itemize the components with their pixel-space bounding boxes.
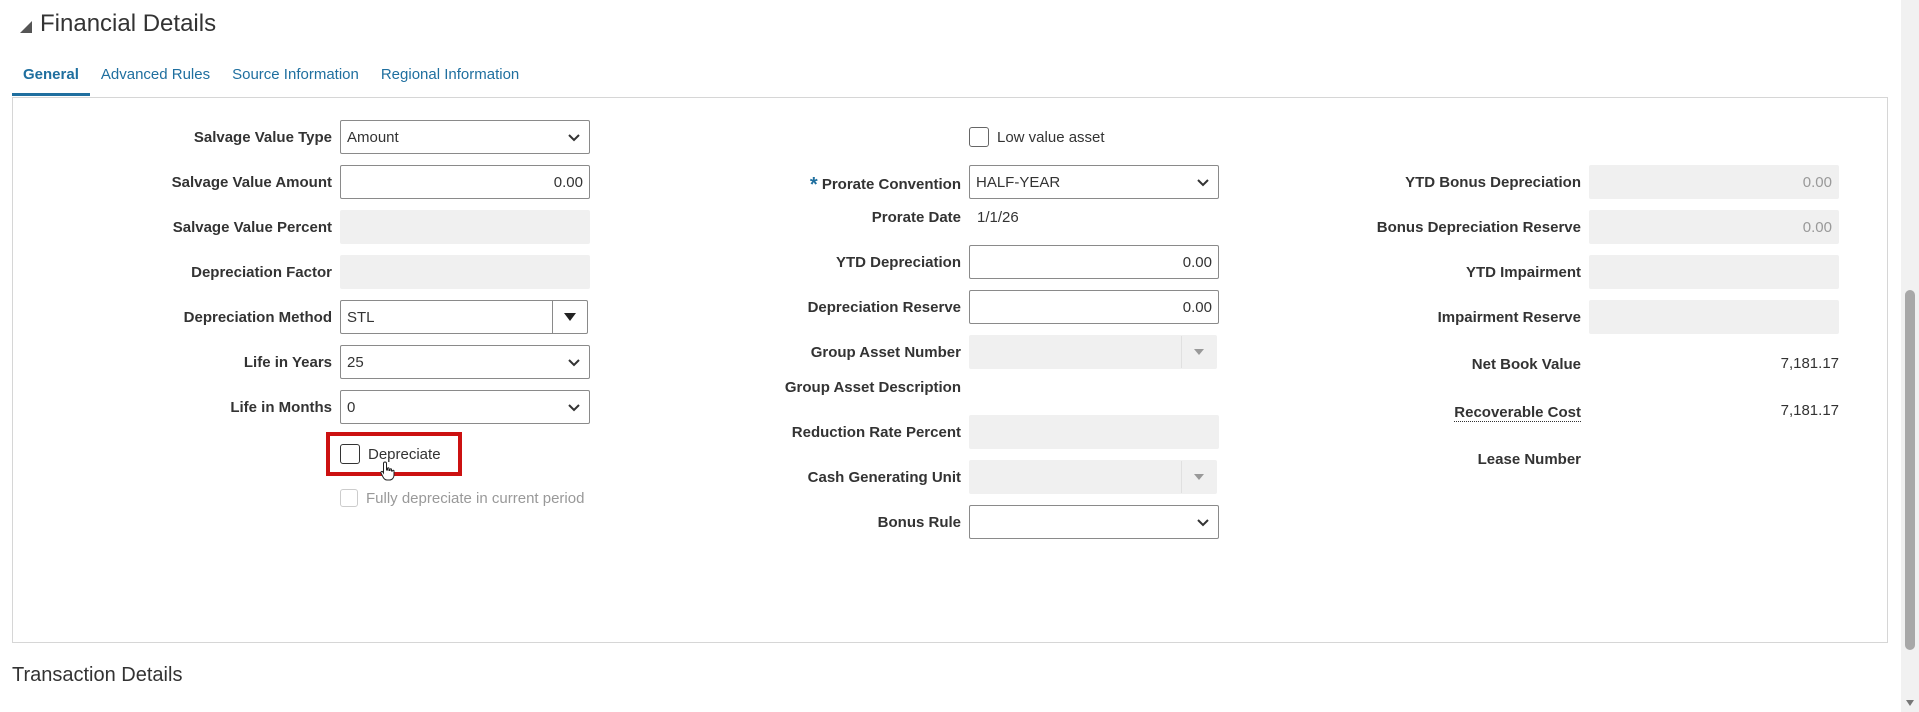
life-in-months-value: 0 [347,398,356,416]
ytd-depreciation-input[interactable]: 0.00 [969,245,1219,279]
low-value-asset-label[interactable]: Low value asset [997,129,1105,146]
required-marker: * [809,174,818,196]
ytd-impairment-input [1589,255,1839,289]
chevron-down-icon [1196,175,1210,189]
ytd-bonus-depreciation-input: 0.00 [1589,165,1839,199]
tab-source-information[interactable]: Source Information [221,62,370,96]
caret-down-icon [564,313,576,321]
scroll-down-arrow-icon[interactable] [1906,700,1914,706]
low-value-asset-checkbox[interactable] [969,127,989,147]
cash-generating-unit-dropdown-button [1181,461,1216,493]
ytd-depreciation-label: YTD Depreciation [835,254,961,271]
life-in-years-select[interactable]: 25 [340,345,590,379]
prorate-convention-select[interactable]: HALF-YEAR [969,165,1219,199]
depreciation-reserve-label: Depreciation Reserve [807,299,961,316]
fully-depreciate-checkbox [340,489,358,507]
life-in-years-value: 25 [347,353,364,371]
section-title: Financial Details [40,10,217,37]
prorate-convention-label: * Prorate Convention [810,174,961,197]
salvage-value-type-select[interactable]: Amount [340,120,590,154]
tab-advanced-rules[interactable]: Advanced Rules [90,62,221,96]
tab-general[interactable]: General [12,62,90,96]
group-asset-number-dropdown-button [1181,336,1216,368]
fully-depreciate-label: Fully depreciate in current period [366,489,585,507]
salvage-value-percent-input [340,210,590,244]
scrollbar-thumb[interactable] [1905,290,1915,650]
depreciate-label[interactable]: Depreciate [368,446,441,463]
salvage-value-amount-label: Salvage Value Amount [171,174,332,191]
tab-regional-information[interactable]: Regional Information [370,62,530,96]
recoverable-cost-label[interactable]: Recoverable Cost [1454,404,1581,422]
prorate-date-label: Prorate Date [871,209,961,226]
transaction-details-title[interactable]: Transaction Details [12,664,182,687]
net-book-value: 7,181.17 [1780,355,1839,372]
bonus-depreciation-reserve-label: Bonus Depreciation Reserve [1376,219,1581,236]
collapse-triangle-icon[interactable] [20,21,32,33]
fully-depreciate-row: Fully depreciate in current period [340,489,584,507]
impairment-reserve-label: Impairment Reserve [1437,309,1581,326]
impairment-reserve-input [1589,300,1839,334]
depreciation-method-combobox[interactable]: STL [340,300,588,334]
caret-down-icon [1194,349,1204,355]
prorate-convention-value: HALF-YEAR [976,173,1061,191]
reduction-rate-percent-label: Reduction Rate Percent [791,424,961,441]
vertical-scrollbar[interactable] [1901,0,1919,712]
chevron-down-icon [567,400,581,414]
depreciation-factor-label: Depreciation Factor [191,264,332,281]
hand-cursor-icon [380,461,396,486]
depreciation-method-dropdown-button[interactable] [552,301,587,333]
bonus-depreciation-reserve-input: 0.00 [1589,210,1839,244]
tab-bar: General Advanced Rules Source Informatio… [12,62,530,96]
depreciate-checkbox[interactable] [340,444,360,464]
salvage-value-type-label: Salvage Value Type [193,129,332,146]
salvage-value-type-value: Amount [347,128,399,146]
chevron-down-icon [1196,515,1210,529]
salvage-value-amount-input[interactable]: 0.00 [340,165,590,199]
life-in-years-label: Life in Years [243,354,332,371]
bonus-rule-select[interactable] [969,505,1219,539]
depreciation-reserve-input[interactable]: 0.00 [969,290,1219,324]
bonus-rule-label: Bonus Rule [877,514,961,531]
reduction-rate-percent-input [969,415,1219,449]
prorate-date-value: 1/1/26 [977,209,1019,226]
low-value-asset-row[interactable]: Low value asset [969,127,1105,147]
section-header[interactable]: Financial Details [20,10,216,38]
group-asset-description-label: Group Asset Description [784,379,961,396]
prorate-convention-label-text: Prorate Convention [821,176,961,193]
group-asset-number-combobox [969,335,1217,369]
caret-down-icon [1194,474,1204,480]
life-in-months-label: Life in Months [230,399,332,416]
life-in-months-select[interactable]: 0 [340,390,590,424]
ytd-bonus-depreciation-label: YTD Bonus Depreciation [1405,174,1581,191]
cash-generating-unit-label: Cash Generating Unit [807,469,961,486]
group-asset-number-label: Group Asset Number [810,344,961,361]
depreciation-method-label: Depreciation Method [183,309,332,326]
salvage-value-percent-label: Salvage Value Percent [172,219,332,236]
ytd-impairment-label: YTD Impairment [1465,264,1581,281]
cash-generating-unit-combobox [969,460,1217,494]
chevron-down-icon [567,130,581,144]
lease-number-label: Lease Number [1477,451,1581,468]
depreciation-method-value: STL [347,308,375,326]
recoverable-cost-value: 7,181.17 [1780,402,1839,419]
net-book-value-label: Net Book Value [1471,356,1581,373]
chevron-down-icon [567,355,581,369]
depreciation-factor-input [340,255,590,289]
